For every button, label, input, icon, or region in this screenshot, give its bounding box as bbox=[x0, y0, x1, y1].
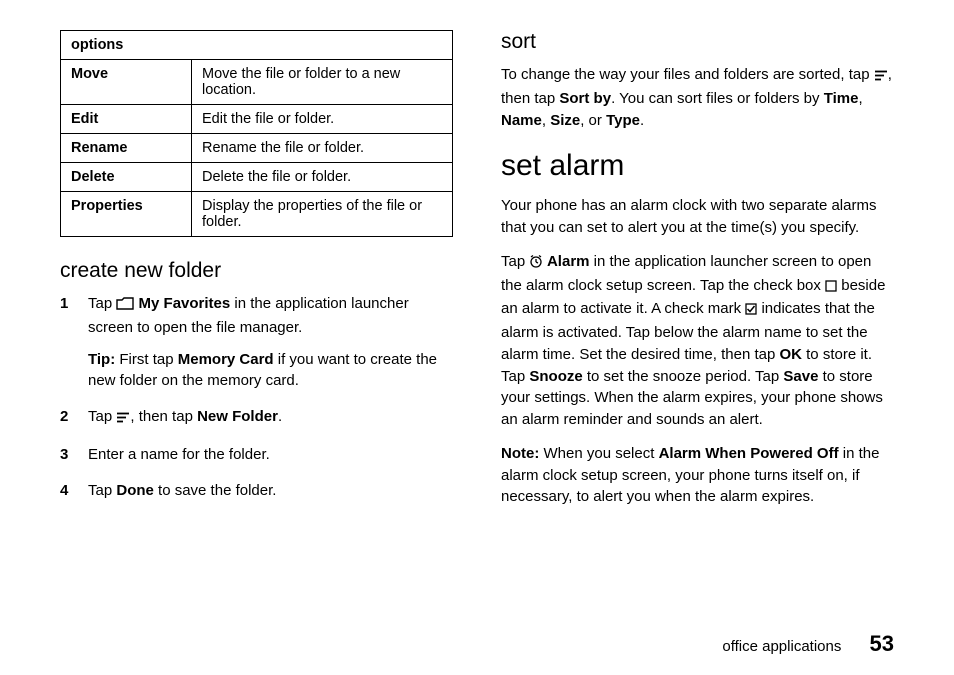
memory-card-label: Memory Card bbox=[178, 351, 274, 368]
step-2: Tap , then tap New Folder. bbox=[60, 406, 453, 430]
alarm-label: Alarm bbox=[543, 253, 589, 270]
body-text: Tap bbox=[501, 253, 529, 270]
option-name: Delete bbox=[61, 163, 192, 192]
page-footer: office applications 53 bbox=[722, 631, 894, 657]
step-text: Tap bbox=[88, 482, 116, 499]
option-desc: Display the properties of the file or fo… bbox=[192, 192, 453, 237]
option-name: Properties bbox=[61, 192, 192, 237]
table-row: Rename Rename the file or folder. bbox=[61, 134, 453, 163]
table-row: Edit Edit the file or folder. bbox=[61, 105, 453, 134]
body-text: to set the snooze period. Tap bbox=[583, 368, 784, 385]
tip-text: First tap bbox=[115, 351, 178, 368]
body-text: , or bbox=[580, 112, 606, 129]
checkbox-checked-icon bbox=[745, 300, 757, 322]
table-row: Delete Delete the file or folder. bbox=[61, 163, 453, 192]
page: options Move Move the file or folder to … bbox=[0, 0, 954, 540]
step-text: Tap bbox=[88, 408, 116, 425]
new-folder-label: New Folder bbox=[197, 408, 278, 425]
step-text: Tap bbox=[88, 295, 116, 312]
step-text: Enter a name for the folder. bbox=[88, 446, 270, 463]
alarm-instructions: Tap Alarm in the application launcher sc… bbox=[501, 251, 894, 431]
body-text: When you select bbox=[539, 445, 658, 462]
option-desc: Edit the file or folder. bbox=[192, 105, 453, 134]
sort-name: Name bbox=[501, 112, 542, 129]
tip-block: Tip: First tap Memory Card if you want t… bbox=[88, 349, 453, 393]
section-title: office applications bbox=[722, 638, 841, 655]
option-desc: Move the file or folder to a new locatio… bbox=[192, 60, 453, 105]
sort-size: Size bbox=[550, 112, 580, 129]
sort-heading: sort bbox=[501, 30, 894, 54]
sort-paragraph: To change the way your files and folders… bbox=[501, 64, 894, 131]
tip-label: Tip: bbox=[88, 351, 115, 368]
set-alarm-heading: set alarm bbox=[501, 149, 894, 183]
create-folder-heading: create new folder bbox=[60, 259, 453, 283]
menu-icon bbox=[116, 408, 130, 430]
left-column: options Move Move the file or folder to … bbox=[60, 30, 453, 520]
ok-label: OK bbox=[779, 346, 802, 363]
option-desc: Delete the file or folder. bbox=[192, 163, 453, 192]
sort-type: Type bbox=[606, 112, 640, 129]
options-table: options Move Move the file or folder to … bbox=[60, 30, 453, 237]
note-label: Note: bbox=[501, 445, 539, 462]
table-row: Properties Display the properties of the… bbox=[61, 192, 453, 237]
alarm-powered-off-label: Alarm When Powered Off bbox=[659, 445, 839, 462]
comma: , bbox=[542, 112, 550, 129]
done-label: Done bbox=[116, 482, 154, 499]
comma: , bbox=[858, 90, 862, 107]
options-header: options bbox=[61, 31, 453, 60]
body-text: . You can sort files or folders by bbox=[611, 90, 824, 107]
create-folder-steps: Tap My Favorites in the application laun… bbox=[60, 293, 453, 501]
alarm-intro: Your phone has an alarm clock with two s… bbox=[501, 195, 894, 239]
menu-icon bbox=[874, 66, 888, 88]
option-name: Move bbox=[61, 60, 192, 105]
step-4: Tap Done to save the folder. bbox=[60, 480, 453, 502]
body-text: . bbox=[640, 112, 644, 129]
step-text: , then tap bbox=[130, 408, 197, 425]
page-number: 53 bbox=[870, 631, 894, 656]
option-desc: Rename the file or folder. bbox=[192, 134, 453, 163]
snooze-label: Snooze bbox=[529, 368, 582, 385]
option-name: Edit bbox=[61, 105, 192, 134]
folder-icon bbox=[116, 295, 134, 317]
sort-by-label: Sort by bbox=[559, 90, 611, 107]
checkbox-empty-icon bbox=[825, 277, 837, 299]
option-name: Rename bbox=[61, 134, 192, 163]
alarm-note: Note: When you select Alarm When Powered… bbox=[501, 443, 894, 508]
step-text: . bbox=[278, 408, 282, 425]
my-favorites-label: My Favorites bbox=[134, 295, 230, 312]
body-text: To change the way your files and folders… bbox=[501, 66, 874, 83]
right-column: sort To change the way your files and fo… bbox=[501, 30, 894, 520]
alarm-clock-icon bbox=[529, 253, 543, 275]
table-row: Move Move the file or folder to a new lo… bbox=[61, 60, 453, 105]
step-1: Tap My Favorites in the application laun… bbox=[60, 293, 453, 392]
save-label: Save bbox=[783, 368, 818, 385]
step-text: to save the folder. bbox=[154, 482, 277, 499]
sort-time: Time bbox=[824, 90, 859, 107]
step-3: Enter a name for the folder. bbox=[60, 444, 453, 466]
table-header-row: options bbox=[61, 31, 453, 60]
